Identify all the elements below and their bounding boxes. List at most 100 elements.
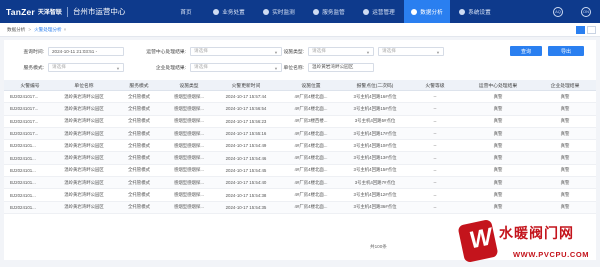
cell-enterprise-result: 真警 bbox=[560, 118, 570, 124]
table-row[interactable]: BJ2024101... 温岭黄岩湾畔公园区 全托管模式 感烟型感烟探... 2024-… bbox=[4, 140, 596, 153]
query-button[interactable]: 查询 bbox=[510, 46, 542, 56]
nav-service[interactable]: 服务监管 bbox=[304, 0, 354, 23]
query-time-value: 2024-10-11 21:03:51 - bbox=[52, 48, 98, 54]
cell-ops-result: 真警 bbox=[493, 167, 503, 173]
service-mode-label: 服务模式: bbox=[23, 65, 44, 71]
cell-update-time: 2024-10-17 15:57:44 bbox=[225, 94, 267, 100]
col-unit-name[interactable]: 单位名称 bbox=[56, 80, 112, 90]
cell-device-type: 感烟型感烟探... bbox=[173, 155, 204, 161]
chevron-down-icon: ▼ bbox=[436, 49, 440, 55]
cell-alarm-level: -- bbox=[433, 106, 437, 112]
monitor-icon bbox=[263, 8, 270, 15]
cell-update-time: 2024-10-17 15:54:49 bbox=[225, 143, 267, 149]
cell-alarm-point: 3号主机4回路15#点位 bbox=[353, 105, 397, 111]
operation-icon bbox=[363, 8, 370, 15]
col-ops-result[interactable]: 运营中心处理结果 bbox=[462, 80, 534, 90]
cell-unit-name: 温岭黄岩湾畔公园区 bbox=[64, 130, 104, 136]
cell-alarm-level: -- bbox=[433, 131, 437, 137]
list-view-icon[interactable] bbox=[576, 26, 585, 34]
cell-alarm-level: -- bbox=[433, 167, 437, 173]
cell-service-mode: 全托管模式 bbox=[128, 142, 150, 148]
nav-operation[interactable]: 运营管理 bbox=[354, 0, 404, 23]
table-row[interactable]: BJ20241017... 温岭黄岩湾畔公园区 全托管模式 感烟型感烟探... 2024… bbox=[4, 116, 596, 128]
cell-device-type: 感烟型感烟探... bbox=[173, 192, 204, 198]
power-icon[interactable]: ON bbox=[581, 6, 591, 17]
nav-right-tools: AQ ON bbox=[544, 0, 600, 23]
device-type-select[interactable]: 请选择 ▼ bbox=[308, 46, 374, 56]
fire-alarm-table: 火警编号 单位名称 服务模式 设施类型 火警更新时间 设施位置 报警点位(二次码… bbox=[4, 80, 596, 214]
cell-alarm-point: 3号主机4回路7#点位 bbox=[354, 179, 396, 185]
col-device-location[interactable]: 设施位置 bbox=[280, 80, 342, 90]
table-row[interactable]: BJ2024101... 温岭黄岩湾畔公园区 全托管模式 感烟型感烟探... 2024-… bbox=[4, 201, 596, 214]
cell-service-mode: 全托管模式 bbox=[128, 105, 150, 111]
cell-alarm-level: -- bbox=[433, 118, 437, 124]
cell-alarm-id: BJ2024101... bbox=[10, 167, 36, 173]
cell-enterprise-result: 真警 bbox=[560, 155, 570, 161]
col-device-type[interactable]: 设施类型 bbox=[166, 80, 212, 90]
table-row[interactable]: BJ20241017... 温岭黄岩湾畔公园区 全托管模式 感烟型感烟探... 2024… bbox=[4, 91, 596, 104]
cell-enterprise-result: 真警 bbox=[560, 179, 570, 185]
cell-alarm-level: -- bbox=[433, 143, 437, 149]
cell-ops-result: 真警 bbox=[493, 192, 503, 198]
brand[interactable]: TanZer 天泽智联 台州市运营中心 bbox=[0, 0, 168, 23]
col-update-time[interactable]: 火警更新时间 bbox=[212, 80, 280, 90]
cell-device-location: 4#厂房4楼北面... bbox=[294, 105, 328, 111]
cell-alarm-point: 3号主机4回路36#点位 bbox=[353, 204, 397, 210]
enterprise-result-label: 企业处理结果: bbox=[155, 65, 186, 71]
service-mode-select[interactable]: 请选择 ▼ bbox=[48, 62, 124, 72]
nav-settings[interactable]: 系统设置 bbox=[450, 0, 500, 23]
unit-name-input[interactable]: 温岭黄岩湾畔公园区 bbox=[308, 62, 374, 72]
cell-ops-result: 真警 bbox=[493, 130, 503, 136]
cell-ops-result: 真警 bbox=[493, 155, 503, 161]
cell-service-mode: 全托管模式 bbox=[128, 192, 150, 198]
cell-alarm-id: BJ2024101... bbox=[10, 192, 36, 198]
col-service-mode[interactable]: 服务模式 bbox=[112, 80, 166, 90]
grid-view-icon[interactable] bbox=[587, 26, 596, 34]
analysis-icon bbox=[411, 8, 418, 15]
device-subtype-select[interactable]: 请选择 ▼ bbox=[378, 46, 444, 56]
filter-unit-name: 单位名称: 温岭黄岩湾畔公园区 bbox=[268, 62, 374, 72]
breadcrumb-current[interactable]: 火警处理分析 bbox=[34, 27, 62, 33]
col-alarm-level[interactable]: 火警等级 bbox=[408, 80, 462, 90]
cell-device-type: 感烟型感烟探... bbox=[173, 130, 204, 136]
export-button[interactable]: 导出 bbox=[548, 46, 584, 56]
filter-device-type: 设施类型: 请选择 ▼ 请选择 ▼ bbox=[268, 46, 444, 56]
col-alarm-point[interactable]: 报警点位(二次码) bbox=[342, 80, 408, 90]
table-row[interactable]: BJ2024101... 温岭黄岩湾畔公园区 全托管模式 感烟型感烟探... 2024-… bbox=[4, 177, 596, 190]
cell-unit-name: 温岭黄岩湾畔公园区 bbox=[64, 105, 104, 111]
table-row[interactable]: BJ2024101... 温岭黄岩湾畔公园区 全托管模式 感烟型感烟探... 2024-… bbox=[4, 189, 596, 202]
breadcrumb-separator: > bbox=[28, 27, 32, 32]
filter-service-mode: 服务模式: 请选择 ▼ bbox=[8, 62, 124, 72]
table-row[interactable]: BJ20241017... 温岭黄岩湾畔公园区 全托管模式 感烟型感烟探... 2024… bbox=[4, 127, 596, 141]
cell-device-location: 4#厂房4楼北面... bbox=[294, 167, 328, 173]
cell-device-type: 感烟型感烟探... bbox=[173, 167, 204, 173]
view-toggle bbox=[574, 26, 596, 34]
table-row[interactable]: BJ2024101... 温岭黄岩湾畔公园区 全托管模式 感烟型感烟探... 2024-… bbox=[4, 152, 596, 165]
cell-device-location: 4#厂房4楼北面... bbox=[294, 192, 328, 198]
query-time-input[interactable]: 2024-10-11 21:03:51 - bbox=[48, 46, 124, 56]
nav-home[interactable]: 首页 bbox=[168, 0, 204, 23]
cell-update-time: 2024-10-17 15:55:16 bbox=[225, 131, 267, 137]
nav-analysis[interactable]: 数据分析 bbox=[404, 0, 450, 23]
col-alarm-id[interactable]: 火警编号 bbox=[4, 80, 56, 90]
col-enterprise-result[interactable]: 企业处理结果 bbox=[534, 80, 596, 90]
business-icon bbox=[213, 8, 220, 15]
nav-business[interactable]: 业务处置 bbox=[204, 0, 254, 23]
close-tab-icon[interactable]: × bbox=[64, 27, 67, 32]
cell-unit-name: 温岭黄岩湾畔公园区 bbox=[64, 118, 104, 124]
ops-center-label: 运营中心处理结果: bbox=[146, 49, 186, 55]
cell-device-type: 感烟型感烟探... bbox=[173, 118, 204, 124]
table-row[interactable]: BJ20241017... 温岭黄岩湾畔公园区 全托管模式 感烟型感烟探... 2024… bbox=[4, 103, 596, 116]
breadcrumb-root[interactable]: 数据分析 bbox=[7, 27, 25, 33]
device-type-label: 设施类型: bbox=[283, 49, 304, 55]
cell-alarm-point: 3号主机4回路10#点位 bbox=[353, 142, 397, 148]
table-header: 火警编号 单位名称 服务模式 设施类型 火警更新时间 设施位置 报警点位(二次码… bbox=[4, 80, 596, 91]
account-icon[interactable]: AQ bbox=[553, 6, 563, 17]
cell-alarm-level: -- bbox=[433, 94, 437, 100]
cell-service-mode: 全托管模式 bbox=[128, 179, 150, 185]
watermark-logo-letter: W bbox=[467, 223, 495, 255]
table-row[interactable]: BJ2024101... 温岭黄岩湾畔公园区 全托管模式 感烟型感烟探... 2024-… bbox=[4, 165, 596, 178]
nav-monitor[interactable]: 实时监测 bbox=[254, 0, 304, 23]
cell-enterprise-result: 真警 bbox=[560, 105, 570, 111]
cell-update-time: 2024-10-17 15:54:45 bbox=[225, 167, 267, 173]
